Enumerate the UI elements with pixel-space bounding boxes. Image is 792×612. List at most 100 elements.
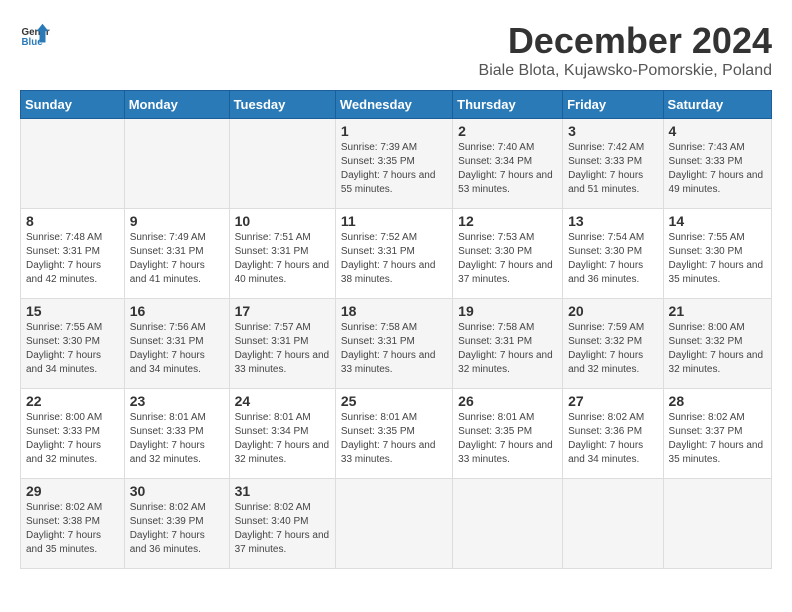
day-number: 28: [669, 393, 766, 409]
day-number: 29: [26, 483, 119, 499]
calendar-cell: [335, 479, 452, 569]
calendar-cell: [229, 119, 335, 209]
calendar-cell: [453, 479, 563, 569]
day-number: 22: [26, 393, 119, 409]
day-number: 10: [235, 213, 330, 229]
day-number: 4: [669, 123, 766, 139]
day-info: Sunrise: 8:02 AM Sunset: 3:36 PM Dayligh…: [568, 411, 657, 467]
day-info: Sunrise: 7:40 AM Sunset: 3:34 PM Dayligh…: [458, 141, 557, 197]
day-number: 8: [26, 213, 119, 229]
calendar-cell: 19 Sunrise: 7:58 AM Sunset: 3:31 PM Dayl…: [453, 299, 563, 389]
calendar-cell: 3 Sunrise: 7:42 AM Sunset: 3:33 PM Dayli…: [563, 119, 663, 209]
title-area: December 2024 Biale Blota, Kujawsko-Pomo…: [479, 20, 772, 80]
day-number: 21: [669, 303, 766, 319]
day-number: 13: [568, 213, 657, 229]
weekday-header-monday: Monday: [124, 91, 229, 119]
day-number: 30: [130, 483, 224, 499]
calendar-cell: [21, 119, 125, 209]
calendar-cell: 12 Sunrise: 7:53 AM Sunset: 3:30 PM Dayl…: [453, 209, 563, 299]
day-info: Sunrise: 8:01 AM Sunset: 3:35 PM Dayligh…: [458, 411, 557, 467]
day-number: 23: [130, 393, 224, 409]
calendar-cell: 16 Sunrise: 7:56 AM Sunset: 3:31 PM Dayl…: [124, 299, 229, 389]
day-info: Sunrise: 7:57 AM Sunset: 3:31 PM Dayligh…: [235, 321, 330, 377]
calendar-cell: 2 Sunrise: 7:40 AM Sunset: 3:34 PM Dayli…: [453, 119, 563, 209]
day-info: Sunrise: 7:52 AM Sunset: 3:31 PM Dayligh…: [341, 231, 447, 287]
day-number: 9: [130, 213, 224, 229]
calendar-table: SundayMondayTuesdayWednesdayThursdayFrid…: [20, 90, 772, 569]
day-info: Sunrise: 8:01 AM Sunset: 3:34 PM Dayligh…: [235, 411, 330, 467]
day-number: 12: [458, 213, 557, 229]
calendar-cell: 24 Sunrise: 8:01 AM Sunset: 3:34 PM Dayl…: [229, 389, 335, 479]
calendar-cell: 21 Sunrise: 8:00 AM Sunset: 3:32 PM Dayl…: [663, 299, 771, 389]
day-info: Sunrise: 7:42 AM Sunset: 3:33 PM Dayligh…: [568, 141, 657, 197]
day-number: 19: [458, 303, 557, 319]
calendar-cell: 28 Sunrise: 8:02 AM Sunset: 3:37 PM Dayl…: [663, 389, 771, 479]
calendar-cell: 27 Sunrise: 8:02 AM Sunset: 3:36 PM Dayl…: [563, 389, 663, 479]
weekday-header-tuesday: Tuesday: [229, 91, 335, 119]
calendar-cell: 23 Sunrise: 8:01 AM Sunset: 3:33 PM Dayl…: [124, 389, 229, 479]
day-number: 17: [235, 303, 330, 319]
day-info: Sunrise: 7:54 AM Sunset: 3:30 PM Dayligh…: [568, 231, 657, 287]
calendar-week-row: 15 Sunrise: 7:55 AM Sunset: 3:30 PM Dayl…: [21, 299, 772, 389]
day-number: 16: [130, 303, 224, 319]
day-info: Sunrise: 7:48 AM Sunset: 3:31 PM Dayligh…: [26, 231, 119, 287]
day-number: 18: [341, 303, 447, 319]
weekday-header-friday: Friday: [563, 91, 663, 119]
location-title: Biale Blota, Kujawsko-Pomorskie, Poland: [479, 62, 772, 80]
calendar-cell: 9 Sunrise: 7:49 AM Sunset: 3:31 PM Dayli…: [124, 209, 229, 299]
weekday-header-wednesday: Wednesday: [335, 91, 452, 119]
calendar-cell: 22 Sunrise: 8:00 AM Sunset: 3:33 PM Dayl…: [21, 389, 125, 479]
day-info: Sunrise: 8:00 AM Sunset: 3:33 PM Dayligh…: [26, 411, 119, 467]
day-number: 15: [26, 303, 119, 319]
calendar-cell: [124, 119, 229, 209]
calendar-cell: 29 Sunrise: 8:02 AM Sunset: 3:38 PM Dayl…: [21, 479, 125, 569]
calendar-cell: 14 Sunrise: 7:55 AM Sunset: 3:30 PM Dayl…: [663, 209, 771, 299]
calendar-cell: [663, 479, 771, 569]
calendar-cell: 15 Sunrise: 7:55 AM Sunset: 3:30 PM Dayl…: [21, 299, 125, 389]
day-info: Sunrise: 7:49 AM Sunset: 3:31 PM Dayligh…: [130, 231, 224, 287]
day-number: 2: [458, 123, 557, 139]
day-info: Sunrise: 8:02 AM Sunset: 3:37 PM Dayligh…: [669, 411, 766, 467]
day-number: 14: [669, 213, 766, 229]
calendar-week-row: 8 Sunrise: 7:48 AM Sunset: 3:31 PM Dayli…: [21, 209, 772, 299]
calendar-week-row: 29 Sunrise: 8:02 AM Sunset: 3:38 PM Dayl…: [21, 479, 772, 569]
calendar-cell: 30 Sunrise: 8:02 AM Sunset: 3:39 PM Dayl…: [124, 479, 229, 569]
calendar-cell: 11 Sunrise: 7:52 AM Sunset: 3:31 PM Dayl…: [335, 209, 452, 299]
day-number: 11: [341, 213, 447, 229]
day-info: Sunrise: 7:39 AM Sunset: 3:35 PM Dayligh…: [341, 141, 447, 197]
day-info: Sunrise: 7:59 AM Sunset: 3:32 PM Dayligh…: [568, 321, 657, 377]
day-info: Sunrise: 7:58 AM Sunset: 3:31 PM Dayligh…: [458, 321, 557, 377]
calendar-cell: 20 Sunrise: 7:59 AM Sunset: 3:32 PM Dayl…: [563, 299, 663, 389]
day-info: Sunrise: 8:01 AM Sunset: 3:33 PM Dayligh…: [130, 411, 224, 467]
header: General Blue December 2024 Biale Blota, …: [20, 20, 772, 80]
day-info: Sunrise: 7:55 AM Sunset: 3:30 PM Dayligh…: [26, 321, 119, 377]
day-info: Sunrise: 7:56 AM Sunset: 3:31 PM Dayligh…: [130, 321, 224, 377]
day-info: Sunrise: 8:02 AM Sunset: 3:40 PM Dayligh…: [235, 501, 330, 557]
day-number: 1: [341, 123, 447, 139]
calendar-cell: 4 Sunrise: 7:43 AM Sunset: 3:33 PM Dayli…: [663, 119, 771, 209]
calendar-cell: 18 Sunrise: 7:58 AM Sunset: 3:31 PM Dayl…: [335, 299, 452, 389]
logo-icon: General Blue: [20, 20, 50, 50]
day-number: 20: [568, 303, 657, 319]
day-number: 26: [458, 393, 557, 409]
calendar-cell: 1 Sunrise: 7:39 AM Sunset: 3:35 PM Dayli…: [335, 119, 452, 209]
day-info: Sunrise: 8:00 AM Sunset: 3:32 PM Dayligh…: [669, 321, 766, 377]
month-title: December 2024: [479, 20, 772, 62]
day-info: Sunrise: 7:55 AM Sunset: 3:30 PM Dayligh…: [669, 231, 766, 287]
day-info: Sunrise: 7:51 AM Sunset: 3:31 PM Dayligh…: [235, 231, 330, 287]
day-number: 24: [235, 393, 330, 409]
calendar-cell: 8 Sunrise: 7:48 AM Sunset: 3:31 PM Dayli…: [21, 209, 125, 299]
calendar-cell: [563, 479, 663, 569]
logo: General Blue: [20, 20, 50, 50]
day-info: Sunrise: 7:53 AM Sunset: 3:30 PM Dayligh…: [458, 231, 557, 287]
weekday-header-sunday: Sunday: [21, 91, 125, 119]
calendar-cell: 10 Sunrise: 7:51 AM Sunset: 3:31 PM Dayl…: [229, 209, 335, 299]
day-number: 25: [341, 393, 447, 409]
day-number: 3: [568, 123, 657, 139]
calendar-week-row: 22 Sunrise: 8:00 AM Sunset: 3:33 PM Dayl…: [21, 389, 772, 479]
day-info: Sunrise: 8:02 AM Sunset: 3:38 PM Dayligh…: [26, 501, 119, 557]
day-info: Sunrise: 8:02 AM Sunset: 3:39 PM Dayligh…: [130, 501, 224, 557]
weekday-header-thursday: Thursday: [453, 91, 563, 119]
calendar-week-row: 1 Sunrise: 7:39 AM Sunset: 3:35 PM Dayli…: [21, 119, 772, 209]
calendar-cell: 25 Sunrise: 8:01 AM Sunset: 3:35 PM Dayl…: [335, 389, 452, 479]
